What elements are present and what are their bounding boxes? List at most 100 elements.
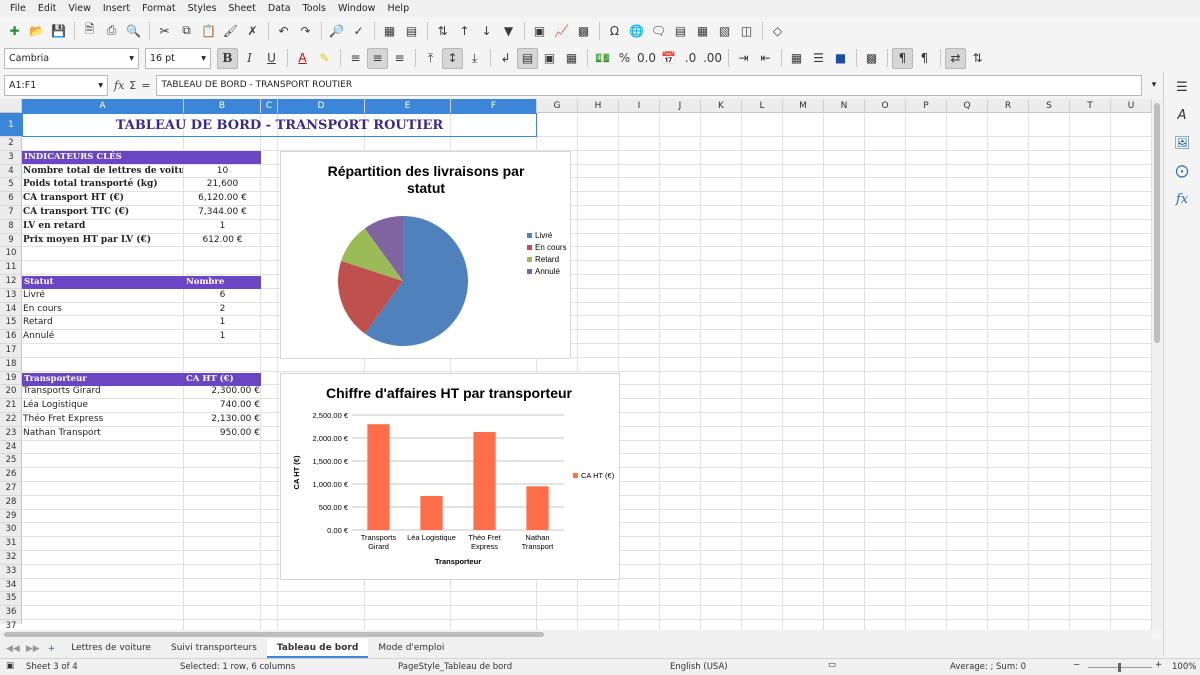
indicator-value[interactable]: 6,120.00 € [184,192,261,206]
row-header[interactable]: 24 [0,441,22,455]
merge-cells-icon[interactable]: ▣ [539,48,560,69]
column-header-u[interactable]: U [1111,99,1152,113]
sheet-tab[interactable]: Tableau de bord [266,639,369,658]
row-header[interactable]: 34 [0,579,22,593]
increase-indent-icon[interactable]: ⇥ [733,48,754,69]
add-sheet-icon[interactable]: + [48,644,56,654]
carrier-revenue[interactable]: 950.00 € [184,427,260,441]
row-header[interactable]: 21 [0,399,22,413]
carrier-label[interactable]: Nathan Transport [23,427,183,441]
menu-sheet[interactable]: Sheet [222,3,261,14]
row-header[interactable]: 20 [0,385,22,400]
cut-icon[interactable]: ✂ [154,20,175,41]
carrier-revenue[interactable]: 2,300.00 € [184,385,260,399]
horizontal-scroll-thumb[interactable] [4,632,544,637]
open-folder-icon[interactable]: 📂 [26,20,47,41]
text-direction-icon[interactable]: ⇄ [945,47,966,69]
split-window-icon[interactable]: ◫ [736,20,757,41]
zoom-slider[interactable] [1088,663,1152,672]
column-header-e[interactable]: E [365,99,451,113]
status-header-a[interactable]: Statut [22,276,184,289]
column-header-g[interactable]: G [537,99,578,113]
menu-help[interactable]: Help [381,3,415,14]
pivot-table-icon[interactable]: ▩ [573,20,594,41]
shapes-icon[interactable]: ◇ [767,20,788,41]
sheet-tab[interactable]: Lettres de voiture [61,639,161,658]
formula-icon[interactable]: = [141,79,150,92]
align-left-icon[interactable]: ≡ [345,48,366,69]
row-header[interactable]: 27 [0,482,22,496]
zoom-in-icon[interactable]: + [1155,660,1162,670]
carrier-label[interactable]: Transports Girard [23,385,183,399]
row-header[interactable]: 32 [0,551,22,565]
italic-icon[interactable]: I [239,48,260,69]
indicator-label[interactable]: Poids total transporté (kg) [23,178,183,192]
column-header-q[interactable]: Q [947,99,988,113]
indicator-value[interactable]: 1 [184,220,261,234]
column-header-b[interactable]: B [184,99,261,113]
clear-formatting-icon[interactable]: ✗ [242,20,263,41]
row-header[interactable]: 22 [0,413,22,427]
carrier-header-a[interactable]: Transporteur [22,373,184,386]
status-label[interactable]: Livré [23,289,183,303]
print-preview-icon[interactable]: 🔍 [123,20,144,41]
vertical-scrollbar[interactable] [1152,99,1162,630]
unmerge-cells-icon[interactable]: ▦ [561,48,582,69]
column-header-s[interactable]: S [1029,99,1070,113]
header-footer-icon[interactable]: ▤ [670,20,691,41]
row-header[interactable]: 1 [0,113,22,137]
gallery-icon[interactable]: 🖼 [1174,136,1191,152]
status-label[interactable]: En cours [23,303,183,317]
new-document-icon[interactable]: ✚ [4,20,25,41]
sort-icon[interactable]: ⇅ [432,20,453,41]
align-center-icon[interactable]: ≡ [367,47,388,69]
row-header[interactable]: 9 [0,234,22,248]
row-header[interactable]: 14 [0,303,22,317]
menu-file[interactable]: File [4,3,32,14]
zoom-slider-thumb[interactable] [1118,663,1121,672]
row-header[interactable]: 3 [0,151,22,165]
row-header[interactable]: 35 [0,592,22,607]
spelling-icon[interactable]: ✓ [348,20,369,41]
properties-icon[interactable]: ☰ [1174,80,1190,96]
styles-icon[interactable]: A [1174,108,1190,124]
clone-formatting-icon[interactable]: 🖌 [220,20,241,41]
percent-format-icon[interactable]: % [614,48,635,69]
row-header[interactable]: 12 [0,275,22,289]
column-header-c[interactable]: C [261,99,278,113]
save-icon[interactable]: 💾 [48,20,69,41]
zoom-level[interactable]: 100% [1172,662,1196,672]
add-decimal-icon[interactable]: .0 [680,48,701,69]
indicator-value[interactable]: 10 [184,165,261,179]
row-icon[interactable]: ▦ [379,20,400,41]
pie-chart[interactable]: Répartition des livraisons par statut Livr… [280,151,571,359]
status-label[interactable]: Annulé [23,330,183,344]
row-header[interactable]: 17 [0,344,22,358]
expand-formula-icon[interactable]: ▾ [1146,80,1162,90]
vertical-scroll-thumb[interactable] [1154,103,1160,343]
carrier-label[interactable]: Léa Logistique [23,399,183,413]
row-header[interactable]: 33 [0,565,22,579]
carrier-header-b[interactable]: CA HT (€) [184,373,261,386]
indicator-label[interactable]: Prix moyen HT par LV (€) [23,234,183,248]
date-format-icon[interactable]: 📅 [658,48,679,69]
indicator-label[interactable]: LV en retard [23,220,183,234]
indicator-value[interactable]: 7,344.00 € [184,206,261,220]
navigator-icon[interactable]: ⨀ [1174,164,1190,180]
row-header[interactable]: 11 [0,261,22,275]
borders-icon[interactable]: ▦ [786,48,807,69]
column-header-p[interactable]: P [906,99,947,113]
carrier-revenue[interactable]: 740.00 € [184,399,260,413]
row-header[interactable]: 19 [0,372,22,386]
align-middle-icon[interactable]: ↕ [442,47,463,69]
left-to-right-icon[interactable]: ¶ [892,47,913,69]
highlight-color-icon[interactable]: ✎ [314,48,335,69]
indicator-value[interactable]: 612.00 € [184,234,261,248]
row-header[interactable]: 23 [0,427,22,441]
column-header-a[interactable]: A [22,99,184,113]
underline-icon[interactable]: U [261,48,282,69]
menu-insert[interactable]: Insert [97,3,136,14]
export-pdf-icon[interactable]: 🗎 [79,20,100,41]
carrier-label[interactable]: Théo Fret Express [23,413,183,427]
column-header-f[interactable]: F [451,99,537,113]
